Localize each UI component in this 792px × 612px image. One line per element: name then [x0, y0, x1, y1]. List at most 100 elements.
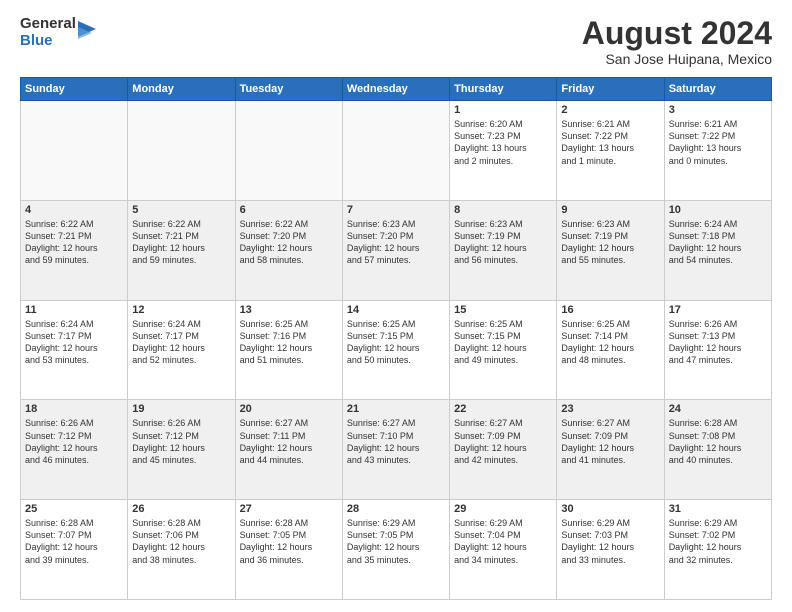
- logo: General Blue: [20, 16, 96, 49]
- table-row: 26Sunrise: 6:28 AM Sunset: 7:06 PM Dayli…: [128, 500, 235, 600]
- page: General Blue August 2024 San Jose Huipan…: [0, 0, 792, 612]
- table-row: 29 Sunrise: 6:29 AM Sunset: 7:04 PM Dayli…: [450, 500, 557, 600]
- day-number: 10: [669, 204, 767, 216]
- day-info: Sunrise: 6:20 AM Sunset: 7:23 PM Dayligh…: [454, 118, 552, 167]
- table-row: 27 Sunrise: 6:28 AM Sunset: 7:05 PM Dayli…: [235, 500, 342, 600]
- table-row: 28 Sunrise: 6:29 AM Sunset: 7:05 PM Dayli…: [342, 500, 449, 600]
- day-number: 15: [454, 304, 552, 316]
- day-info: Sunrise: 6:29 AM Sunset: 7:02 PM Dayligh…: [669, 517, 767, 566]
- table-row: [21, 101, 128, 201]
- logo-blue-text: Blue: [20, 33, 76, 50]
- day-number: 3: [669, 104, 767, 116]
- header-wednesday: Wednesday: [342, 78, 449, 101]
- day-number: 6: [240, 204, 338, 216]
- table-row: 4Sunrise: 6:22 AM Sunset: 7:21 PM Daylig…: [21, 200, 128, 300]
- day-info: Sunrise: 6:27 AM Sunset: 7:10 PM Dayligh…: [347, 417, 445, 466]
- day-number: 18: [25, 403, 123, 415]
- table-row: 6 Sunrise: 6:22 AM Sunset: 7:20 PM Daylig…: [235, 200, 342, 300]
- table-row: 15 Sunrise: 6:25 AM Sunset: 7:15 PM Dayli…: [450, 300, 557, 400]
- day-info: Sunrise: 6:28 AM Sunset: 7:05 PM Dayligh…: [240, 517, 338, 566]
- table-row: 10 Sunrise: 6:24 AM Sunset: 7:18 PM Dayli…: [664, 200, 771, 300]
- table-row: [128, 101, 235, 201]
- calendar-week-row: 1 Sunrise: 6:20 AM Sunset: 7:23 PM Daylig…: [21, 101, 772, 201]
- day-info: Sunrise: 6:24 AM Sunset: 7:18 PM Dayligh…: [669, 218, 767, 267]
- day-number: 20: [240, 403, 338, 415]
- day-number: 27: [240, 503, 338, 515]
- table-row: 13Sunrise: 6:25 AM Sunset: 7:16 PM Dayli…: [235, 300, 342, 400]
- day-info: Sunrise: 6:26 AM Sunset: 7:12 PM Dayligh…: [132, 417, 230, 466]
- day-number: 26: [132, 503, 230, 515]
- day-number: 1: [454, 104, 552, 116]
- table-row: 9 Sunrise: 6:23 AM Sunset: 7:19 PM Daylig…: [557, 200, 664, 300]
- day-info: Sunrise: 6:23 AM Sunset: 7:20 PM Dayligh…: [347, 218, 445, 267]
- day-info: Sunrise: 6:29 AM Sunset: 7:05 PM Dayligh…: [347, 517, 445, 566]
- header-thursday: Thursday: [450, 78, 557, 101]
- logo-icon: [78, 21, 96, 43]
- header-tuesday: Tuesday: [235, 78, 342, 101]
- day-number: 11: [25, 304, 123, 316]
- calendar-week-row: 11 Sunrise: 6:24 AM Sunset: 7:17 PM Dayli…: [21, 300, 772, 400]
- day-number: 31: [669, 503, 767, 515]
- day-number: 25: [25, 503, 123, 515]
- location: San Jose Huipana, Mexico: [582, 51, 772, 67]
- day-number: 23: [561, 403, 659, 415]
- day-info: Sunrise: 6:21 AM Sunset: 7:22 PM Dayligh…: [669, 118, 767, 167]
- table-row: 20 Sunrise: 6:27 AM Sunset: 7:11 PM Dayli…: [235, 400, 342, 500]
- table-row: 22Sunrise: 6:27 AM Sunset: 7:09 PM Dayli…: [450, 400, 557, 500]
- calendar-week-row: 18 Sunrise: 6:26 AM Sunset: 7:12 PM Dayli…: [21, 400, 772, 500]
- header-sunday: Sunday: [21, 78, 128, 101]
- table-row: 25Sunrise: 6:28 AM Sunset: 7:07 PM Dayli…: [21, 500, 128, 600]
- title-section: August 2024 San Jose Huipana, Mexico: [582, 16, 772, 67]
- calendar-table: Sunday Monday Tuesday Wednesday Thursday…: [20, 77, 772, 600]
- day-info: Sunrise: 6:25 AM Sunset: 7:16 PM Dayligh…: [240, 318, 338, 367]
- table-row: 31 Sunrise: 6:29 AM Sunset: 7:02 PM Dayli…: [664, 500, 771, 600]
- header: General Blue August 2024 San Jose Huipan…: [20, 16, 772, 67]
- day-info: Sunrise: 6:24 AM Sunset: 7:17 PM Dayligh…: [132, 318, 230, 367]
- table-row: 19 Sunrise: 6:26 AM Sunset: 7:12 PM Dayli…: [128, 400, 235, 500]
- day-info: Sunrise: 6:27 AM Sunset: 7:09 PM Dayligh…: [561, 417, 659, 466]
- day-info: Sunrise: 6:29 AM Sunset: 7:03 PM Dayligh…: [561, 517, 659, 566]
- table-row: [235, 101, 342, 201]
- day-info: Sunrise: 6:29 AM Sunset: 7:04 PM Dayligh…: [454, 517, 552, 566]
- table-row: 2Sunrise: 6:21 AM Sunset: 7:22 PM Daylig…: [557, 101, 664, 201]
- table-row: 3 Sunrise: 6:21 AM Sunset: 7:22 PM Daylig…: [664, 101, 771, 201]
- table-row: 16Sunrise: 6:25 AM Sunset: 7:14 PM Dayli…: [557, 300, 664, 400]
- calendar-week-row: 4 Sunrise: 6:22 AM Sunset: 7:21 PM Daylig…: [21, 200, 772, 300]
- day-number: 21: [347, 403, 445, 415]
- day-info: Sunrise: 6:26 AM Sunset: 7:13 PM Dayligh…: [669, 318, 767, 367]
- day-number: 14: [347, 304, 445, 316]
- day-info: Sunrise: 6:22 AM Sunset: 7:21 PM Dayligh…: [132, 218, 230, 267]
- table-row: 12 Sunrise: 6:24 AM Sunset: 7:17 PM Dayli…: [128, 300, 235, 400]
- table-row: 30 Sunrise: 6:29 AM Sunset: 7:03 PM Dayli…: [557, 500, 664, 600]
- day-number: 22: [454, 403, 552, 415]
- day-info: Sunrise: 6:23 AM Sunset: 7:19 PM Dayligh…: [454, 218, 552, 267]
- day-info: Sunrise: 6:21 AM Sunset: 7:22 PM Dayligh…: [561, 118, 659, 167]
- day-number: 12: [132, 304, 230, 316]
- header-friday: Friday: [557, 78, 664, 101]
- table-row: 24Sunrise: 6:28 AM Sunset: 7:08 PM Dayli…: [664, 400, 771, 500]
- day-number: 19: [132, 403, 230, 415]
- table-row: 1 Sunrise: 6:20 AM Sunset: 7:23 PM Daylig…: [450, 101, 557, 201]
- table-row: 18 Sunrise: 6:26 AM Sunset: 7:12 PM Dayli…: [21, 400, 128, 500]
- logo-general-text: General: [20, 16, 76, 33]
- day-number: 7: [347, 204, 445, 216]
- table-row: 17 Sunrise: 6:26 AM Sunset: 7:13 PM Dayli…: [664, 300, 771, 400]
- day-number: 30: [561, 503, 659, 515]
- day-info: Sunrise: 6:23 AM Sunset: 7:19 PM Dayligh…: [561, 218, 659, 267]
- calendar-header-row: Sunday Monday Tuesday Wednesday Thursday…: [21, 78, 772, 101]
- day-number: 9: [561, 204, 659, 216]
- day-info: Sunrise: 6:27 AM Sunset: 7:11 PM Dayligh…: [240, 417, 338, 466]
- table-row: 21 Sunrise: 6:27 AM Sunset: 7:10 PM Dayli…: [342, 400, 449, 500]
- day-info: Sunrise: 6:25 AM Sunset: 7:14 PM Dayligh…: [561, 318, 659, 367]
- table-row: [342, 101, 449, 201]
- day-info: Sunrise: 6:26 AM Sunset: 7:12 PM Dayligh…: [25, 417, 123, 466]
- day-info: Sunrise: 6:25 AM Sunset: 7:15 PM Dayligh…: [454, 318, 552, 367]
- day-number: 4: [25, 204, 123, 216]
- day-number: 5: [132, 204, 230, 216]
- month-title: August 2024: [582, 16, 772, 51]
- day-number: 28: [347, 503, 445, 515]
- day-number: 29: [454, 503, 552, 515]
- day-number: 17: [669, 304, 767, 316]
- day-info: Sunrise: 6:22 AM Sunset: 7:20 PM Dayligh…: [240, 218, 338, 267]
- table-row: 11Sunrise: 6:24 AM Sunset: 7:17 PM Dayli…: [21, 300, 128, 400]
